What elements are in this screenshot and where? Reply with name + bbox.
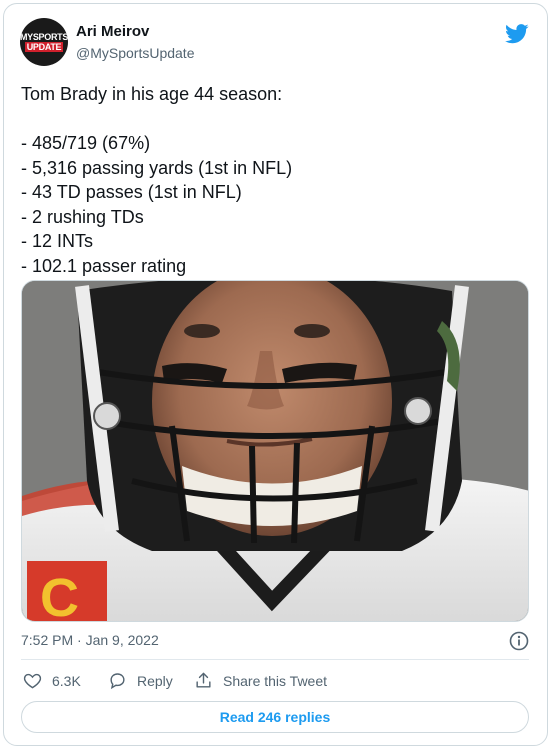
reply-label: Reply bbox=[137, 672, 173, 689]
tweet-line-rushing: - 2 rushing TDs bbox=[21, 206, 144, 227]
avatar-text-top: MYSPORTS bbox=[20, 32, 68, 42]
tweet-line-ints: - 12 INTs bbox=[21, 231, 94, 251]
tweet-photo[interactable]: C bbox=[21, 280, 529, 622]
tweet-line-td-passes: - 43 TD passes (1st in NFL) bbox=[21, 182, 242, 202]
divider bbox=[21, 659, 529, 660]
tweet-text: Tom Brady in his age 44 season: - 485/71… bbox=[21, 82, 531, 278]
reply-icon bbox=[110, 673, 125, 690]
tweet-line-headline: Tom Brady in his age 44 season: bbox=[21, 84, 283, 104]
heart-icon bbox=[23, 673, 42, 689]
like-button[interactable]: 6.3K bbox=[23, 671, 81, 690]
avatar-text-bottom: UPDATE bbox=[24, 42, 64, 52]
tweet-line-completions: - 485/719 (67%) bbox=[21, 133, 151, 153]
author-handle[interactable]: @MySportsUpdate bbox=[76, 45, 194, 61]
share-label: Share this Tweet bbox=[223, 672, 328, 689]
like-count: 6.3K bbox=[52, 672, 81, 689]
tweet-line-yards: - 5,316 passing yards (1st in NFL) bbox=[21, 157, 293, 178]
svg-text:C: C bbox=[40, 568, 79, 622]
share-button[interactable]: Share this Tweet bbox=[194, 671, 327, 690]
player-photo-illustration: C bbox=[22, 281, 528, 622]
tweet-line-rating: - 102.1 passer rating bbox=[21, 255, 187, 276]
author-name[interactable]: Ari Meirov bbox=[76, 23, 149, 40]
tweet-timestamp[interactable]: 7:52 PM · Jan 9, 2022 bbox=[21, 632, 159, 648]
share-icon bbox=[196, 672, 211, 688]
read-replies-button[interactable]: Read 246 replies bbox=[21, 701, 529, 733]
twitter-bird-icon[interactable] bbox=[505, 24, 529, 44]
info-icon[interactable] bbox=[509, 631, 529, 651]
reply-button[interactable]: Reply bbox=[108, 671, 173, 690]
avatar[interactable]: MYSPORTS UPDATE bbox=[20, 18, 68, 66]
tweet-card: MYSPORTS UPDATE Ari Meirov @MySportsUpda… bbox=[3, 3, 548, 746]
